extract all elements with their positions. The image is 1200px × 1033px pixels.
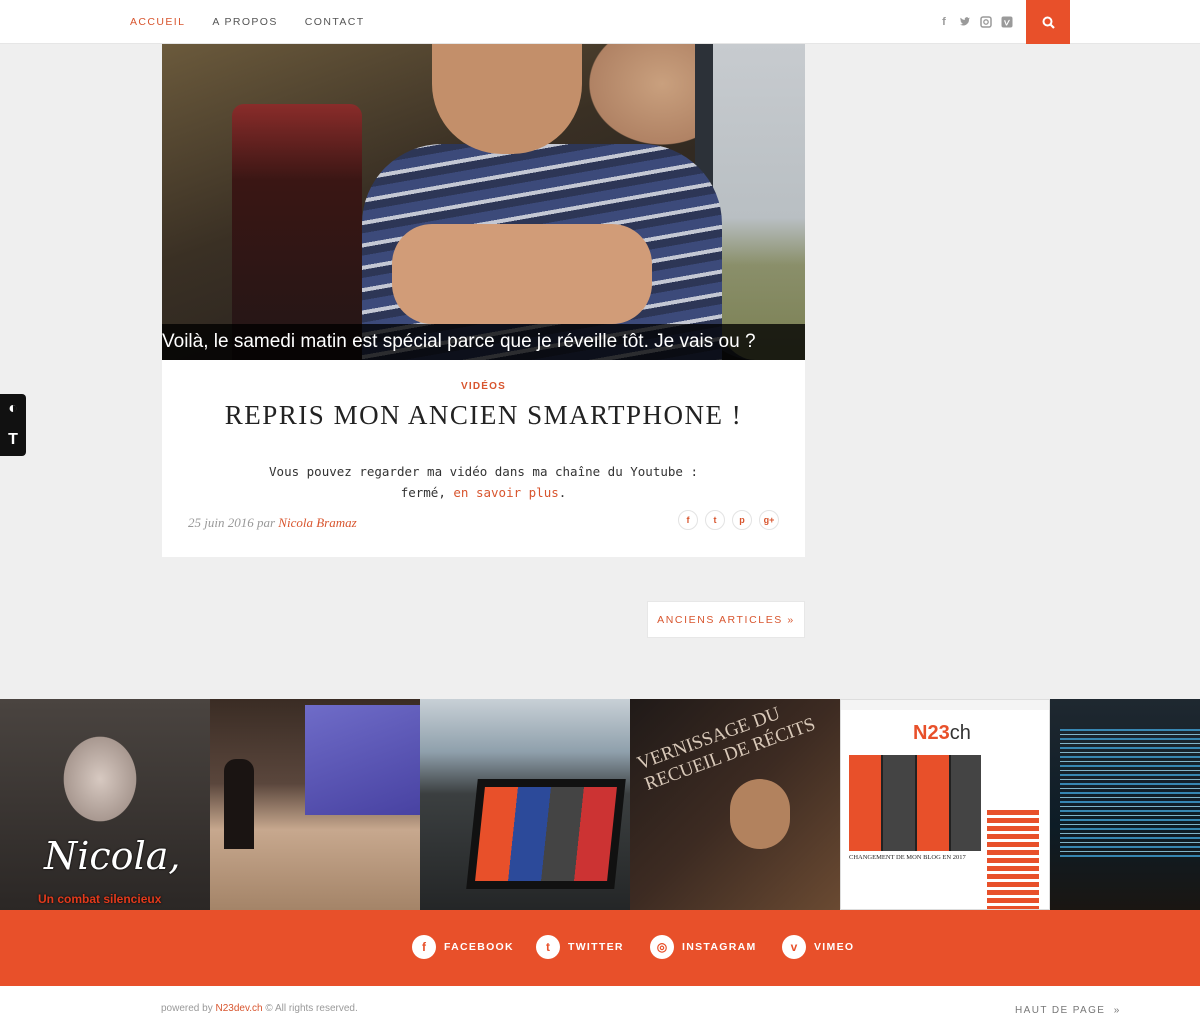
search-icon	[1042, 16, 1055, 29]
screenshot-sidebar	[987, 810, 1039, 909]
excerpt-suffix: .	[558, 485, 567, 500]
older-posts-button[interactable]: ANCIENS ARTICLES »	[647, 601, 805, 638]
nav-item-a-propos[interactable]: A PROPOS	[212, 16, 277, 28]
gallery-tile[interactable]	[210, 699, 420, 910]
vimeo-icon[interactable]	[1001, 16, 1013, 28]
tablet-device	[466, 779, 626, 889]
video-player[interactable]: Voilà, le samedi matin est spécial parce…	[162, 44, 805, 360]
instagram-icon: ◎	[650, 935, 674, 959]
post-title[interactable]: REPRIS MON ANCIEN SMARTPHONE !	[162, 400, 805, 431]
powered-by-link[interactable]: N23dev.ch	[215, 1003, 262, 1014]
video-seat	[232, 104, 362, 360]
post-author-link[interactable]: Nicola Bramaz	[278, 515, 356, 530]
nav-item-accueil[interactable]: ACCUEIL	[130, 16, 185, 28]
presentation-screen	[305, 705, 420, 815]
video-person-hands	[392, 224, 652, 324]
screenshot-grid	[849, 755, 981, 851]
post-excerpt: Vous pouvez regarder ma vidéo dans ma ch…	[242, 461, 725, 503]
video-person-face	[432, 44, 582, 154]
post-by: par	[256, 515, 276, 530]
post-category[interactable]: VIDÉOS	[162, 381, 805, 392]
gallery-tile[interactable]: VERNISSAGE DU RECUEIL DE RÉCITS	[630, 699, 840, 910]
presenter	[224, 759, 254, 849]
code-screen	[1060, 729, 1200, 859]
social-footer-bar: f FACEBOOK t TWITTER ◎ INSTAGRAM v VIMEO	[0, 910, 1200, 986]
footer-instagram-link[interactable]: ◎ INSTAGRAM	[650, 935, 757, 959]
n23-logo: N23ch	[913, 722, 971, 744]
post-card: Voilà, le samedi matin est spécial parce…	[162, 44, 805, 557]
vimeo-icon: v	[782, 935, 806, 959]
site-footer: powered by N23dev.ch © All rights reserv…	[0, 986, 1200, 1033]
twitter-icon[interactable]	[959, 16, 971, 28]
text-size-icon[interactable]: T	[3, 430, 23, 450]
person-portrait	[730, 779, 790, 849]
gallery-tile-title: Nicola,	[44, 834, 181, 878]
share-pinterest-icon[interactable]: p	[732, 510, 752, 530]
main-nav: ACCUEIL A PROPOS CONTACT	[130, 0, 365, 44]
search-button[interactable]	[1026, 0, 1070, 44]
footer-twitter-label: TWITTER	[568, 941, 624, 953]
back-to-top-link[interactable]: HAUT DE PAGE »	[1015, 1005, 1121, 1016]
gallery-tile-text: VERNISSAGE DU RECUEIL DE RÉCITS	[634, 703, 819, 795]
gallery-tile[interactable]	[420, 699, 630, 910]
instagram-gallery: Nicola, Un combat silencieux VERNISSAGE …	[0, 699, 1200, 910]
contrast-icon[interactable]: ◐	[3, 399, 23, 419]
gallery-tile[interactable]: N23ch CHANGEMENT DE MON BLOG EN 2017	[840, 699, 1050, 910]
footer-vimeo-label: VIMEO	[814, 941, 855, 953]
facebook-icon[interactable]: f	[938, 16, 950, 28]
video-caption: Voilà, le samedi matin est spécial parce…	[162, 324, 805, 360]
screenshot-caption: CHANGEMENT DE MON BLOG EN 2017	[849, 854, 966, 861]
share-buttons: f t p g+	[678, 510, 779, 530]
nav-item-contact[interactable]: CONTACT	[305, 16, 365, 28]
read-more-link[interactable]: en savoir plus	[453, 485, 558, 500]
share-twitter-icon[interactable]: t	[705, 510, 725, 530]
header-social-links: f	[938, 0, 1013, 44]
post-date: 25 juin 2016	[188, 515, 254, 530]
post-meta: 25 juin 2016 par Nicola Bramaz	[188, 515, 357, 531]
gallery-tile[interactable]: Nicola, Un combat silencieux	[0, 699, 210, 910]
double-chevron-up-icon: »	[1109, 1005, 1121, 1016]
top-navbar: ACCUEIL A PROPOS CONTACT f	[0, 0, 1200, 44]
twitter-icon: t	[536, 935, 560, 959]
instagram-icon[interactable]	[980, 16, 992, 28]
footer-vimeo-link[interactable]: v VIMEO	[782, 935, 854, 959]
share-facebook-icon[interactable]: f	[678, 510, 698, 530]
share-google-plus-icon[interactable]: g+	[759, 510, 779, 530]
accessibility-widget: ◐ T	[0, 394, 26, 456]
gallery-tile-subtitle: Un combat silencieux	[38, 892, 162, 906]
powered-by-text: powered by	[161, 1003, 213, 1014]
footer-instagram-label: INSTAGRAM	[682, 941, 757, 953]
rights-text: © All rights reserved.	[265, 1003, 358, 1014]
footer-twitter-link[interactable]: t TWITTER	[536, 935, 624, 959]
footer-facebook-label: FACEBOOK	[444, 941, 514, 953]
excerpt-line-1: Vous pouvez regarder ma vidéo dans ma ch…	[269, 464, 698, 479]
screenshot-header	[841, 700, 1049, 710]
footer-facebook-link[interactable]: f FACEBOOK	[412, 935, 514, 959]
excerpt-line-2: fermé,	[400, 485, 446, 500]
facebook-icon: f	[412, 935, 436, 959]
copyright: powered by N23dev.ch © All rights reserv…	[161, 1003, 358, 1014]
gallery-tile[interactable]	[1050, 699, 1200, 910]
back-to-top-label: HAUT DE PAGE	[1015, 1005, 1106, 1016]
